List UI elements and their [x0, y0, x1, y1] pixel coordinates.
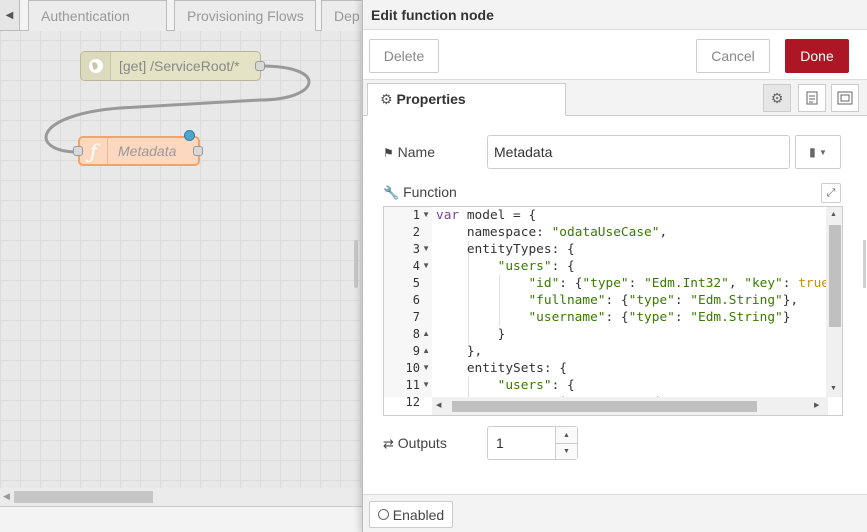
code-line[interactable]: "username": {"type": "Edm.String"} — [436, 309, 790, 326]
globe-icon — [81, 52, 111, 80]
function-node[interactable]: ƒ Metadata — [73, 130, 203, 166]
scrollbar-thumb[interactable] — [452, 401, 757, 412]
tray-toolbar: Delete Cancel Done — [363, 30, 867, 80]
book-icon: ▮ — [809, 145, 816, 159]
description-tab-button[interactable] — [798, 84, 826, 112]
tab-properties[interactable]: ⚙ Properties — [367, 83, 566, 116]
line-number: 7 — [412, 310, 420, 324]
tray-footer: Enabled — [363, 494, 867, 532]
code-line[interactable]: "fullname": {"type": "Edm.String"}, — [436, 292, 798, 309]
function-node-label: Metadata — [118, 143, 177, 159]
circle-icon — [377, 509, 389, 520]
outputs-value[interactable]: 1 — [496, 435, 504, 451]
file-text-icon — [806, 91, 818, 105]
edit-tray: Edit function node Delete Cancel Done ⚙ … — [362, 0, 867, 532]
done-button[interactable]: Done — [785, 39, 849, 73]
code-line[interactable]: entityTypes: { — [436, 241, 575, 258]
workspace-horizontal-scrollbar[interactable]: ◀ — [0, 488, 362, 506]
function-icon: ƒ — [80, 138, 108, 164]
fold-arrow-icon[interactable]: ▼ — [422, 363, 430, 372]
code-line[interactable]: entitySets: { — [436, 360, 567, 377]
code-line[interactable]: var model = { — [436, 207, 536, 224]
enabled-label: Enabled — [392, 506, 445, 523]
name-label-text: Name — [397, 144, 436, 160]
line-number: 12 — [405, 395, 420, 409]
input-port[interactable] — [73, 146, 83, 156]
editor-horizontal-scrollbar[interactable]: ◀ ▶ — [432, 397, 828, 415]
fold-arrow-icon[interactable]: ▼ — [422, 380, 430, 389]
tab-properties-label: Properties — [396, 91, 466, 107]
shuffle-icon: ⇄ — [383, 436, 394, 451]
flow-workspace[interactable]: ◀ Authentication Provisioning Flows Dep … — [0, 0, 362, 532]
scroll-left-arrow-icon[interactable]: ◀ — [436, 401, 441, 409]
outputs-spinner[interactable]: 1 ▲ ▼ — [487, 426, 578, 460]
scroll-up-arrow-icon[interactable]: ▲ — [830, 211, 837, 218]
name-input[interactable] — [487, 135, 790, 169]
code-line[interactable]: namespace: "odataUseCase", — [436, 224, 667, 241]
fold-arrow-icon[interactable]: ▲ — [422, 329, 430, 338]
code-line[interactable]: "users": { — [436, 377, 575, 394]
node-changed-indicator — [184, 130, 195, 141]
outputs-label: ⇄ Outputs — [383, 435, 447, 452]
fold-arrow-icon[interactable]: ▼ — [422, 210, 430, 219]
fold-arrow-icon[interactable]: ▼ — [422, 244, 430, 253]
decrement-button[interactable]: ▼ — [555, 443, 577, 459]
wrench-icon: 🔧 — [383, 185, 400, 200]
line-number: 5 — [412, 276, 420, 290]
settings-tab-button[interactable]: ⚙ — [763, 84, 791, 112]
scrollbar-thumb[interactable] — [14, 491, 153, 503]
code-line[interactable]: "users": { — [436, 258, 575, 275]
cancel-button[interactable]: Cancel — [696, 39, 770, 73]
function-label-text: Function — [403, 184, 457, 200]
frame-icon — [837, 91, 853, 105]
expand-icon: ⤢ — [826, 186, 836, 199]
line-number: 6 — [412, 293, 420, 307]
workspace-footer — [0, 506, 362, 532]
output-port[interactable] — [255, 61, 265, 71]
increment-button[interactable]: ▲ — [555, 427, 577, 443]
fold-arrow-icon[interactable]: ▲ — [422, 346, 430, 355]
output-port[interactable] — [193, 146, 203, 156]
code-line[interactable]: }, — [436, 343, 482, 360]
tray-right-edge-handle — [863, 240, 866, 288]
chevron-down-icon: ▼ — [819, 147, 827, 157]
tray-resize-handle[interactable] — [354, 240, 358, 288]
scrollbar-thumb[interactable] — [829, 225, 841, 327]
appearance-tab-button[interactable] — [831, 84, 859, 112]
line-number: 2 — [412, 225, 420, 239]
code-line[interactable]: "id": {"type": "Edm.Int32", "key": true — [436, 275, 829, 292]
fold-arrow-icon[interactable]: ▼ — [422, 261, 430, 270]
scroll-left-arrow-icon[interactable]: ◀ — [3, 491, 10, 502]
scroll-right-arrow-icon[interactable]: ▶ — [814, 401, 819, 409]
node-wire[interactable] — [0, 0, 362, 200]
code-line[interactable]: } — [436, 326, 506, 343]
code-editor[interactable]: 1 2 3 4 5 6 7 8 9 10 11 12 ▼ ▼ ▼ ▲ ▲ ▼ ▼… — [383, 206, 843, 416]
editor-gutter: 1 2 3 4 5 6 7 8 9 10 11 12 ▼ ▼ ▼ ▲ ▲ ▼ ▼ — [384, 207, 432, 409]
tag-icon: ⚑ — [383, 146, 394, 160]
expand-editor-button[interactable]: ⤢ — [821, 183, 841, 203]
gear-icon: ⚙ — [770, 89, 784, 106]
http-in-node[interactable]: [get] /ServiceRoot/* — [80, 51, 265, 81]
enabled-toggle-button[interactable]: Enabled — [369, 501, 453, 528]
name-label: ⚑ Name — [383, 144, 435, 160]
tray-tab-strip: ⚙ Properties — [363, 80, 867, 116]
scroll-down-arrow-icon[interactable]: ▼ — [830, 385, 837, 392]
gear-icon: ⚙ — [380, 91, 393, 107]
delete-button[interactable]: Delete — [369, 39, 439, 73]
http-in-node-label: [get] /ServiceRoot/* — [119, 58, 240, 74]
tray-title: Edit function node — [363, 0, 867, 30]
function-label: 🔧 Function — [383, 184, 457, 201]
editor-vertical-scrollbar[interactable]: ▲ ▼ — [826, 207, 842, 397]
library-button[interactable]: ▮ ▼ — [795, 135, 841, 169]
outputs-label-text: Outputs — [397, 435, 447, 451]
